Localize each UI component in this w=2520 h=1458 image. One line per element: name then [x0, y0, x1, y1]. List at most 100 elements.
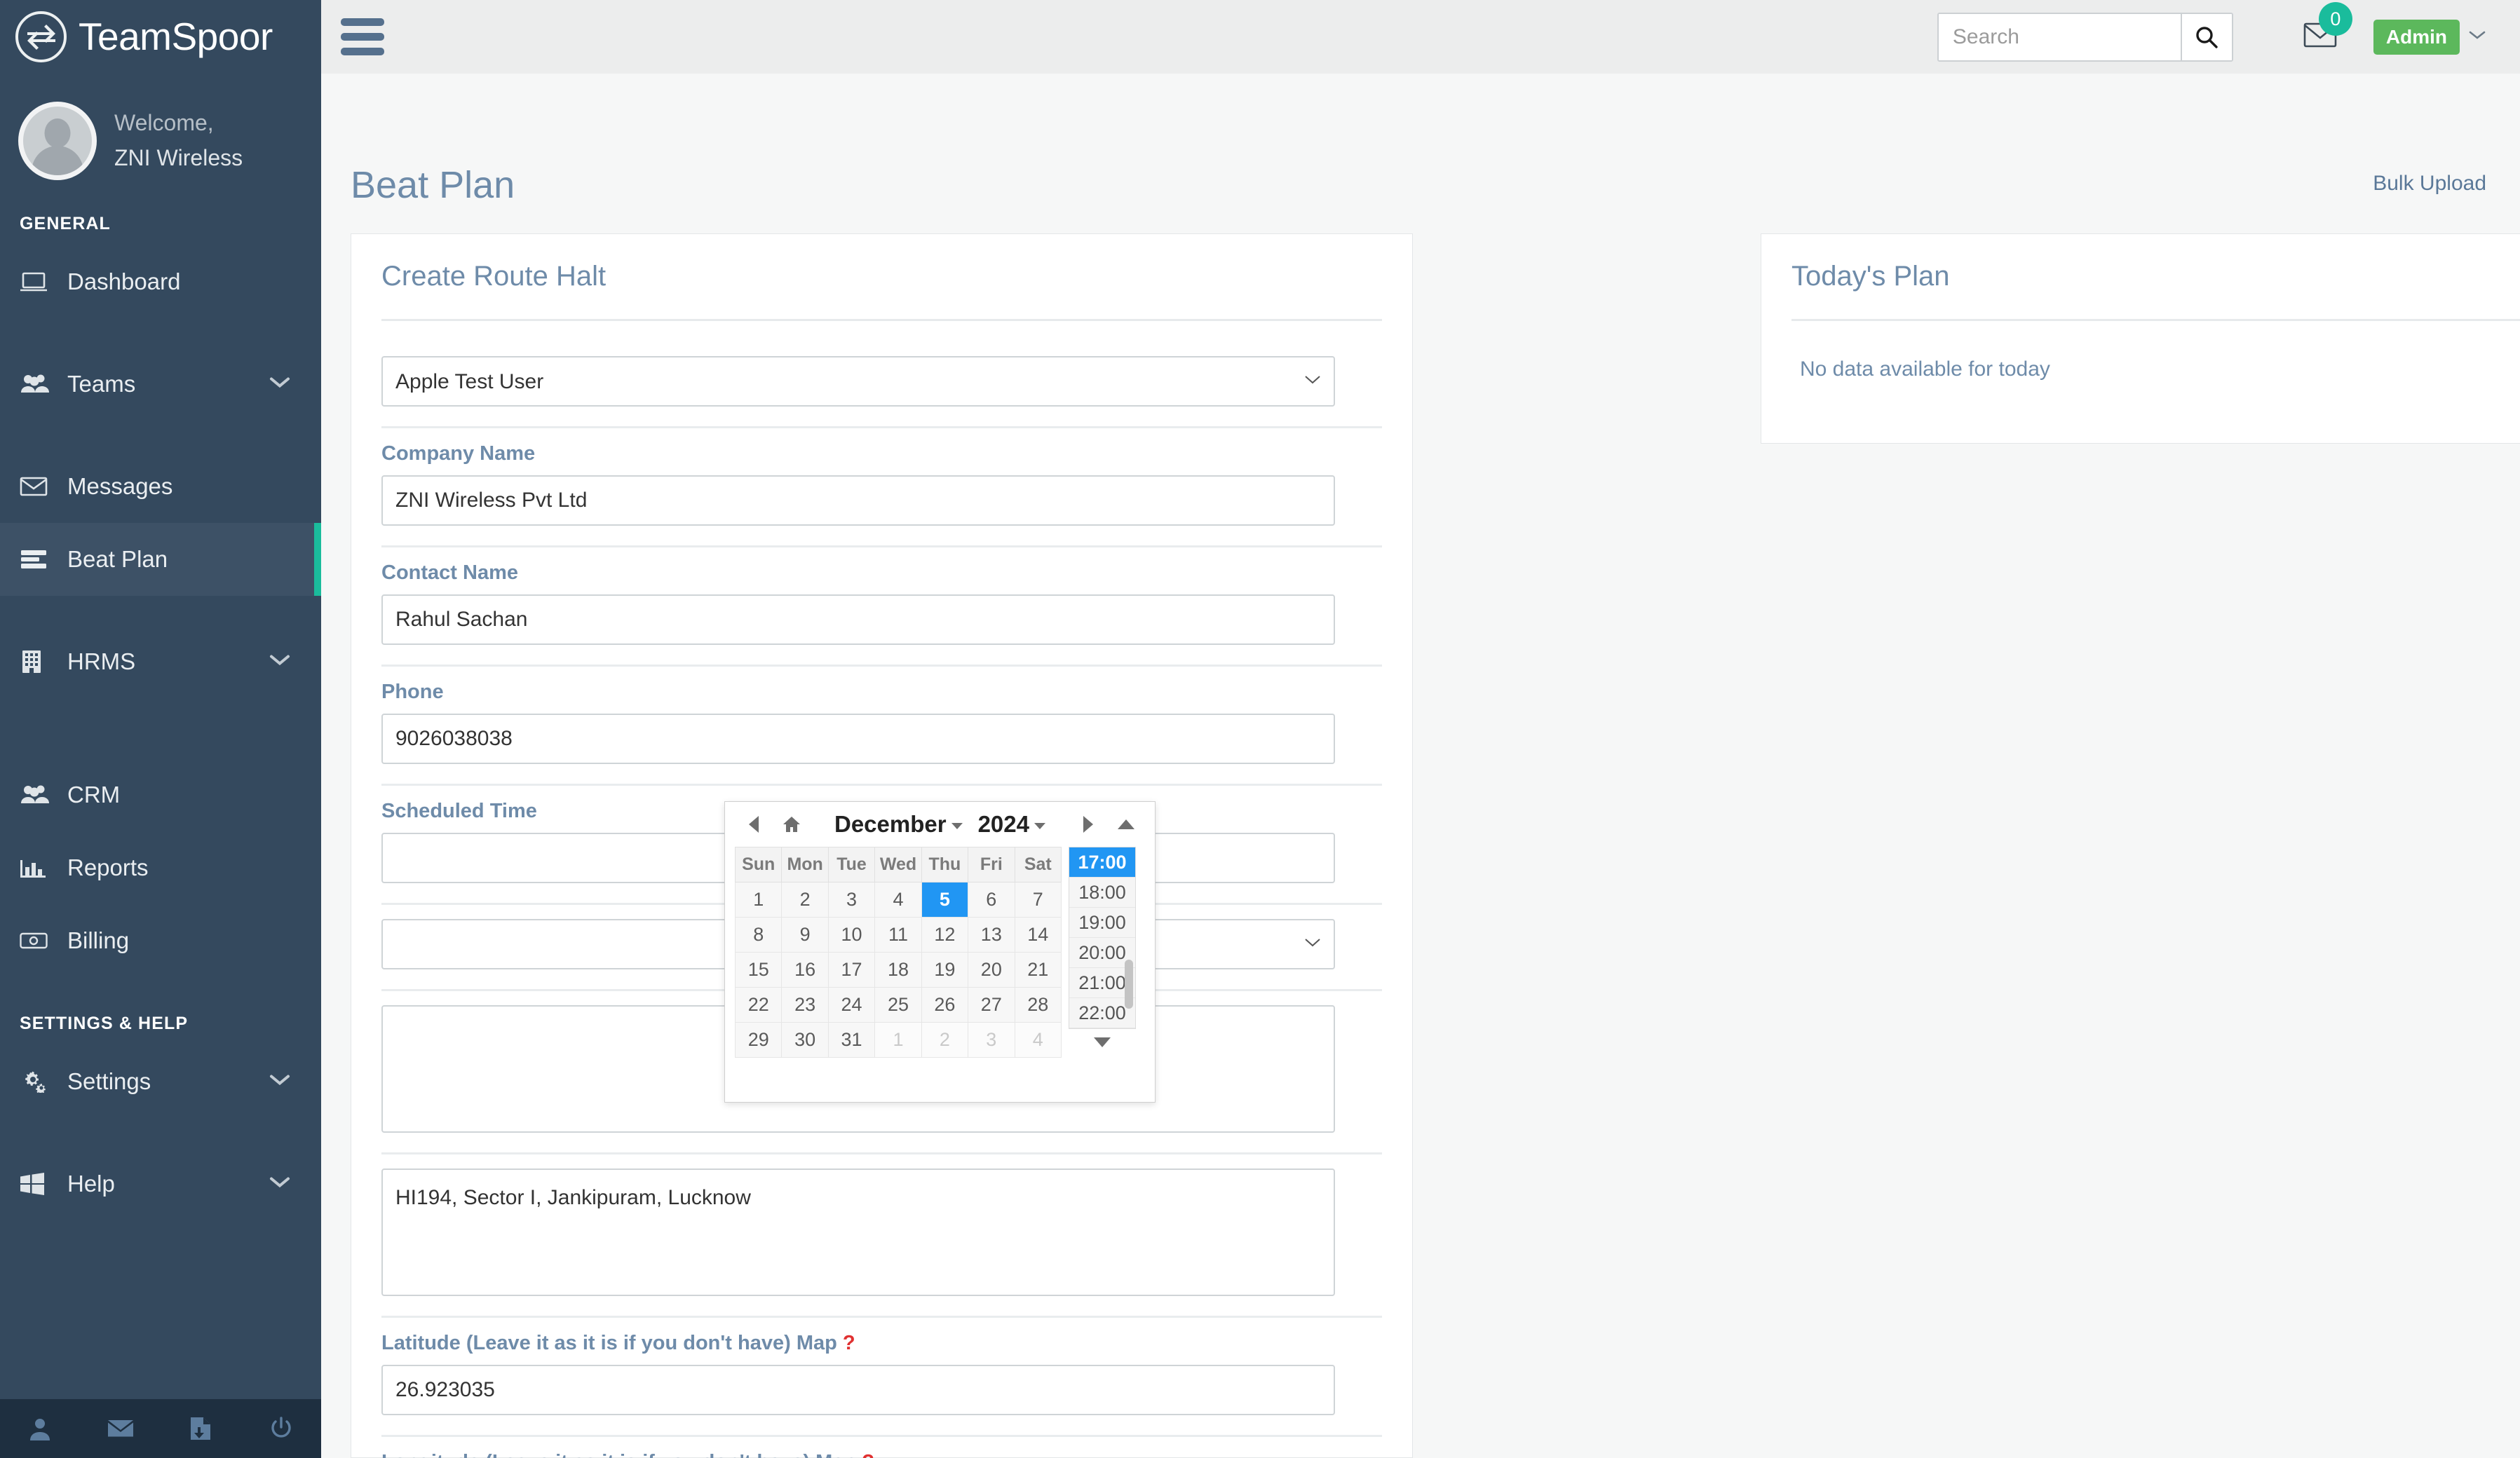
calendar-day[interactable]: 2 — [921, 1022, 969, 1058]
calendar-day[interactable]: 7 — [1014, 882, 1062, 918]
calendar-day[interactable]: 9 — [781, 917, 829, 953]
calendar-day[interactable]: 4 — [1014, 1022, 1062, 1058]
laptop-icon — [20, 271, 59, 292]
building-icon — [20, 650, 59, 674]
caret-left-icon[interactable] — [735, 815, 773, 833]
sidebar-item-label: Settings — [67, 1068, 151, 1094]
file-download-icon[interactable] — [161, 1417, 241, 1440]
calendar-week-row: 29 30 31 1 2 3 4 — [734, 1022, 1062, 1058]
caret-right-icon[interactable] — [1069, 815, 1107, 833]
user-icon[interactable] — [0, 1417, 81, 1440]
admin-button[interactable]: Admin — [2373, 19, 2460, 55]
calendar-day[interactable]: 13 — [968, 917, 1015, 953]
profile-block: Welcome, ZNI Wireless — [0, 74, 321, 208]
calendar-day[interactable]: 2 — [781, 882, 829, 918]
contact-name-input[interactable] — [381, 594, 1335, 645]
panel-title: Create Route Halt — [381, 261, 607, 292]
calendar-day[interactable]: 18 — [874, 952, 922, 988]
power-off-icon[interactable] — [241, 1417, 322, 1440]
windows-icon — [20, 1173, 59, 1195]
datetime-picker: December 2024 Sun Mon Tue Wed Thu Fri Sat 1234… — [724, 801, 1156, 1103]
year-dropdown[interactable]: 2024 — [978, 811, 1045, 838]
calendar-day[interactable]: 30 — [781, 1022, 829, 1058]
user-select[interactable]: Apple Test User — [381, 356, 1335, 407]
calendar-day-selected[interactable]: 5 — [921, 882, 969, 918]
time-column: 17:00 18:00 19:00 20:00 21:00 22:00 — [1069, 847, 1136, 1058]
time-option[interactable]: 19:00 — [1069, 908, 1135, 938]
longitude-label-text: Longitude (Leave it as it is if you don'… — [381, 1451, 856, 1458]
time-option[interactable]: 18:00 — [1069, 878, 1135, 908]
home-icon[interactable] — [773, 815, 811, 833]
time-list[interactable]: 17:00 18:00 19:00 20:00 21:00 22:00 — [1069, 847, 1136, 1029]
chevron-down-icon[interactable] — [2468, 29, 2486, 44]
calendar-day[interactable]: 21 — [1014, 952, 1062, 988]
calendar-day[interactable]: 15 — [734, 952, 783, 988]
calendar-day[interactable]: 28 — [1014, 987, 1062, 1023]
calendar-day[interactable]: 22 — [734, 987, 783, 1023]
time-option-selected[interactable]: 17:00 — [1069, 847, 1135, 878]
chevron-down-icon[interactable] — [269, 1176, 290, 1192]
calendar-day[interactable]: 1 — [874, 1022, 922, 1058]
time-scrollbar-thumb[interactable] — [1125, 960, 1133, 1009]
calendar-day[interactable]: 3 — [827, 882, 876, 918]
brand[interactable]: TeamSpoor — [0, 0, 321, 74]
calendar-day[interactable]: 1 — [734, 882, 783, 918]
month-label: December — [834, 811, 947, 837]
calendar-day[interactable]: 4 — [874, 882, 922, 918]
caret-down-icon — [951, 822, 963, 829]
calendar-day[interactable]: 10 — [827, 917, 876, 953]
calendar-day[interactable]: 20 — [968, 952, 1015, 988]
chevron-down-icon[interactable] — [269, 1074, 290, 1090]
chevron-down-icon[interactable] — [269, 376, 290, 393]
latitude-label-text: Latitude (Leave it as it is if you don't… — [381, 1332, 837, 1354]
chevron-down-icon[interactable] — [269, 654, 290, 670]
gears-icon — [20, 1070, 59, 1093]
search-button[interactable] — [2180, 13, 2232, 60]
sidebar-item-settings[interactable]: Settings — [0, 1045, 321, 1118]
topbar: 0 Admin — [321, 0, 2520, 74]
search-input[interactable] — [1938, 13, 2181, 60]
time-scroll-up-icon[interactable] — [1107, 817, 1145, 831]
calendar-day[interactable]: 16 — [781, 952, 829, 988]
sidebar-item-hrms[interactable]: HRMS — [0, 625, 321, 698]
sidebar-item-dashboard[interactable]: Dashboard — [0, 245, 321, 318]
bulk-upload-link[interactable]: Bulk Upload — [2373, 172, 2486, 196]
latitude-input[interactable] — [381, 1365, 1335, 1415]
messages-button[interactable]: 0 — [2303, 2, 2352, 52]
calendar-day[interactable]: 25 — [874, 987, 922, 1023]
time-scroll-down-icon[interactable] — [1069, 1029, 1136, 1056]
calendar-day[interactable]: 19 — [921, 952, 969, 988]
calendar-weekday: Tue — [827, 847, 876, 883]
sidebar-item-teams[interactable]: Teams — [0, 348, 321, 421]
envelope-icon[interactable] — [81, 1419, 161, 1438]
calendar-day[interactable]: 23 — [781, 987, 829, 1023]
hamburger-icon[interactable] — [341, 18, 384, 55]
calendar-day[interactable]: 14 — [1014, 917, 1062, 953]
company-name-input[interactable] — [381, 475, 1335, 526]
calendar-day[interactable]: 27 — [968, 987, 1015, 1023]
caret-down-icon — [1034, 822, 1045, 829]
calendar-day[interactable]: 11 — [874, 917, 922, 953]
calendar-day[interactable]: 6 — [968, 882, 1015, 918]
sidebar-item-beat-plan[interactable]: Beat Plan — [0, 523, 321, 596]
calendar-day[interactable]: 26 — [921, 987, 969, 1023]
sidebar-item-reports[interactable]: Reports — [0, 831, 321, 904]
list-rows-icon — [20, 549, 59, 570]
avatar — [18, 102, 97, 180]
sidebar-item-help[interactable]: Help — [0, 1147, 321, 1220]
calendar-day[interactable]: 29 — [734, 1022, 783, 1058]
calendar-day[interactable]: 17 — [827, 952, 876, 988]
sidebar-item-messages[interactable]: Messages — [0, 450, 321, 523]
calendar-week-row: 22 23 24 25 26 27 28 — [734, 987, 1062, 1023]
calendar-day[interactable]: 12 — [921, 917, 969, 953]
company-name-label: Company Name — [381, 442, 536, 465]
month-dropdown[interactable]: December — [834, 811, 963, 838]
phone-input[interactable] — [381, 714, 1335, 764]
calendar-day[interactable]: 3 — [968, 1022, 1015, 1058]
sidebar-item-crm[interactable]: CRM — [0, 758, 321, 831]
address-textarea[interactable]: HI194, Sector I, Jankipuram, Lucknow — [381, 1169, 1335, 1296]
calendar-day[interactable]: 8 — [734, 917, 783, 953]
calendar-day[interactable]: 31 — [827, 1022, 876, 1058]
sidebar-item-billing[interactable]: Billing — [0, 904, 321, 977]
calendar-day[interactable]: 24 — [827, 987, 876, 1023]
